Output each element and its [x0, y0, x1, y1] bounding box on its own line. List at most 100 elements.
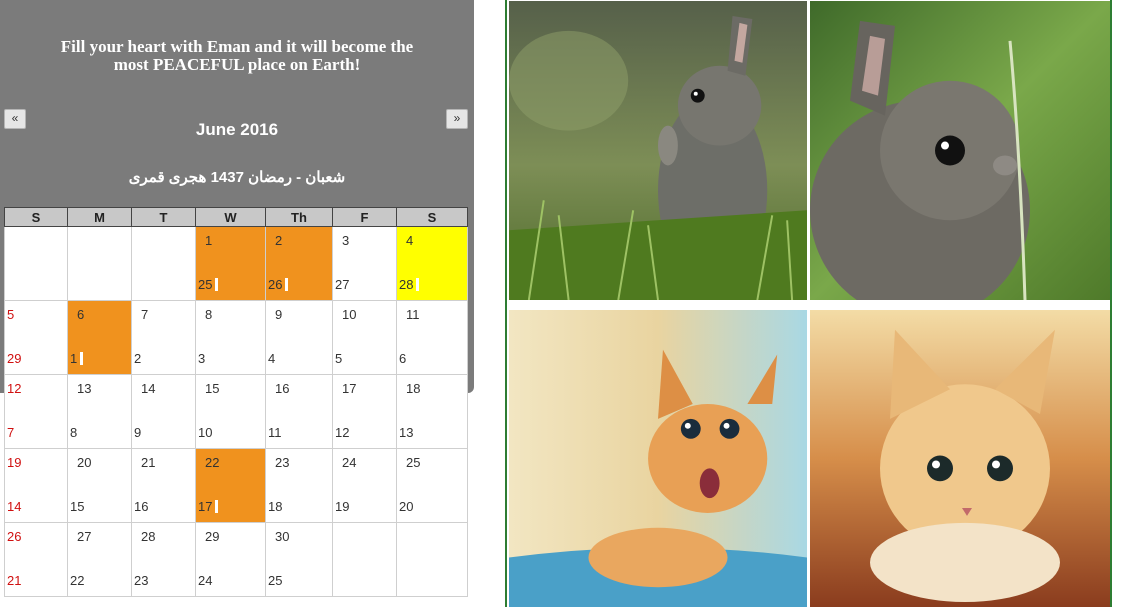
calendar-day-cell[interactable]: 25 20 [396, 448, 468, 523]
calendar-day-cell[interactable]: 29 24 [195, 522, 266, 597]
calendar-day-cell[interactable]: 22 17 [195, 448, 266, 523]
calendar-day-cell[interactable]: 30 25 [265, 522, 333, 597]
hijri-day-number: 12 [335, 425, 349, 440]
hijri-day-text: 21 [7, 573, 22, 588]
hijri-day-text: 6 [399, 351, 407, 366]
hijri-day-number: 6 [399, 351, 406, 366]
hijri-day-number: 19 [335, 499, 349, 514]
gregorian-day-number: 12 [7, 381, 22, 396]
calendar-week-row: 12 7 13 8 14 9 15 10 16 11 17 12 18 13 [4, 374, 468, 449]
hijri-day-text: 22 [70, 573, 85, 588]
photo-grid [505, 0, 1112, 607]
calendar-day-cell[interactable]: 16 11 [265, 374, 333, 449]
hijri-day-number: 2 [134, 351, 141, 366]
bunny-photo-1 [509, 1, 807, 300]
calendar-day-cell[interactable]: 21 16 [131, 448, 196, 523]
hijri-day-number: 14 [7, 499, 21, 514]
hijri-day-text: 23 [134, 573, 149, 588]
gregorian-day-number: 2 [275, 233, 283, 248]
gregorian-day-number: 10 [342, 307, 357, 322]
calendar-day-cell[interactable]: 13 8 [67, 374, 132, 449]
hijri-day-number: 23 [134, 573, 148, 588]
hijri-day-text: 25 [198, 277, 213, 292]
hijri-day-number: 9 [134, 425, 141, 440]
gregorian-day-number: 9 [275, 307, 283, 322]
gregorian-day-number: 1 [205, 233, 213, 248]
calendar-day-cell[interactable]: 24 19 [332, 448, 397, 523]
hijri-day-number: 11 [268, 425, 282, 440]
gregorian-day-number: 4 [406, 233, 414, 248]
hijri-day-number: 20 [399, 499, 413, 514]
gregorian-day-number: 28 [141, 529, 156, 544]
hijri-day-number: 3 [198, 351, 205, 366]
calendar-day-cell[interactable]: 5 29 [4, 300, 68, 375]
hijri-day-number: 27 [335, 277, 349, 292]
hijri-day-number: 1 [70, 351, 84, 366]
weekday-header: W [195, 207, 266, 227]
event-marker [215, 278, 219, 291]
hijri-day-number: 7 [7, 425, 14, 440]
calendar-day-cell[interactable]: 15 10 [195, 374, 266, 449]
gregorian-day-number: 17 [342, 381, 357, 396]
calendar-day-cell[interactable]: 1 25 [195, 226, 266, 301]
calendar-day-cell[interactable]: 28 23 [131, 522, 196, 597]
hijri-day-text: 2 [134, 351, 142, 366]
month-title: June 2016 [195, 120, 279, 139]
hijri-day-number: 28 [399, 277, 420, 292]
hijri-day-text: 16 [134, 499, 149, 514]
calendar-day-cell[interactable]: 3 27 [332, 226, 397, 301]
calendar-day-cell[interactable]: 12 7 [4, 374, 68, 449]
hijri-day-number: 29 [7, 351, 21, 366]
calendar-day-cell[interactable]: 26 21 [4, 522, 68, 597]
hijri-day-text: 26 [268, 277, 283, 292]
gregorian-day-number: 8 [205, 307, 213, 322]
calendar-day-cell[interactable]: 2 26 [265, 226, 333, 301]
gregorian-day-number: 22 [205, 455, 220, 470]
calendar-grid: S M T W Th F S 1 25 2 26 3 27 4 28 5 29 6 1 7 2 8 3 9 4 10 5 11 6 12… [4, 207, 468, 597]
calendar-day-cell[interactable]: 83 [195, 300, 266, 375]
calendar-empty-cell [332, 522, 397, 597]
hijri-day-number: 15 [70, 499, 84, 514]
calendar-day-cell[interactable]: 17 12 [332, 374, 397, 449]
calendar-body: 1 25 2 26 3 27 4 28 5 29 6 1 7 2 8 3 9 4 10 5 11 6 12 7 13 8 14 9 15… [4, 226, 468, 597]
hijri-day-text: 3 [198, 351, 206, 366]
gregorian-day-number: 26 [7, 529, 22, 544]
hijri-day-number: 10 [198, 425, 212, 440]
gregorian-day-number: 11 [406, 307, 420, 322]
weekday-header-row: S M T W Th F S [4, 207, 468, 227]
gregorian-day-number: 13 [77, 381, 92, 396]
calendar-day-cell[interactable]: 94 [265, 300, 333, 375]
hijri-day-text: 28 [399, 277, 414, 292]
hijri-day-text: 8 [70, 425, 78, 440]
calendar-day-cell[interactable]: 10 5 [332, 300, 397, 375]
calendar-day-cell[interactable]: 18 13 [396, 374, 468, 449]
gregorian-day-number: 15 [205, 381, 220, 396]
hijri-day-number: 5 [335, 351, 342, 366]
calendar-day-cell[interactable]: 11 6 [396, 300, 468, 375]
hijri-day-text: 17 [198, 499, 213, 514]
calendar-day-cell[interactable]: 14 9 [131, 374, 196, 449]
weekday-header: Th [265, 207, 333, 227]
calendar-day-cell[interactable]: 61 [67, 300, 132, 375]
calendar-week-row: 19 14 20 15 21 16 22 17 23 18 24 19 25 20 [4, 448, 468, 523]
calendar-day-cell[interactable]: 27 22 [67, 522, 132, 597]
gregorian-day-number: 23 [275, 455, 290, 470]
hijri-day-number: 25 [268, 573, 282, 588]
hijri-day-text: 12 [335, 425, 350, 440]
calendar-day-cell[interactable]: 72 [131, 300, 196, 375]
hijri-day-text: 14 [7, 499, 22, 514]
gregorian-day-number: 30 [275, 529, 290, 544]
hijri-day-number: 26 [268, 277, 289, 292]
calendar-day-cell[interactable]: 23 18 [265, 448, 333, 523]
calendar-day-cell[interactable]: 19 14 [4, 448, 68, 523]
weekday-header: F [332, 207, 397, 227]
calendar-day-cell[interactable]: 20 15 [67, 448, 132, 523]
calendar-week-row: 1 25 2 26 3 27 4 28 [4, 226, 468, 301]
hijri-day-number: 16 [134, 499, 148, 514]
hijri-day-text: 27 [335, 277, 350, 292]
event-marker [285, 278, 289, 291]
calendar-empty-cell [4, 226, 68, 301]
calendar-week-row: 26 21 27 22 28 23 29 24 30 25 [4, 522, 468, 597]
hijri-day-number: 17 [198, 499, 219, 514]
calendar-day-cell[interactable]: 4 28 [396, 226, 468, 301]
